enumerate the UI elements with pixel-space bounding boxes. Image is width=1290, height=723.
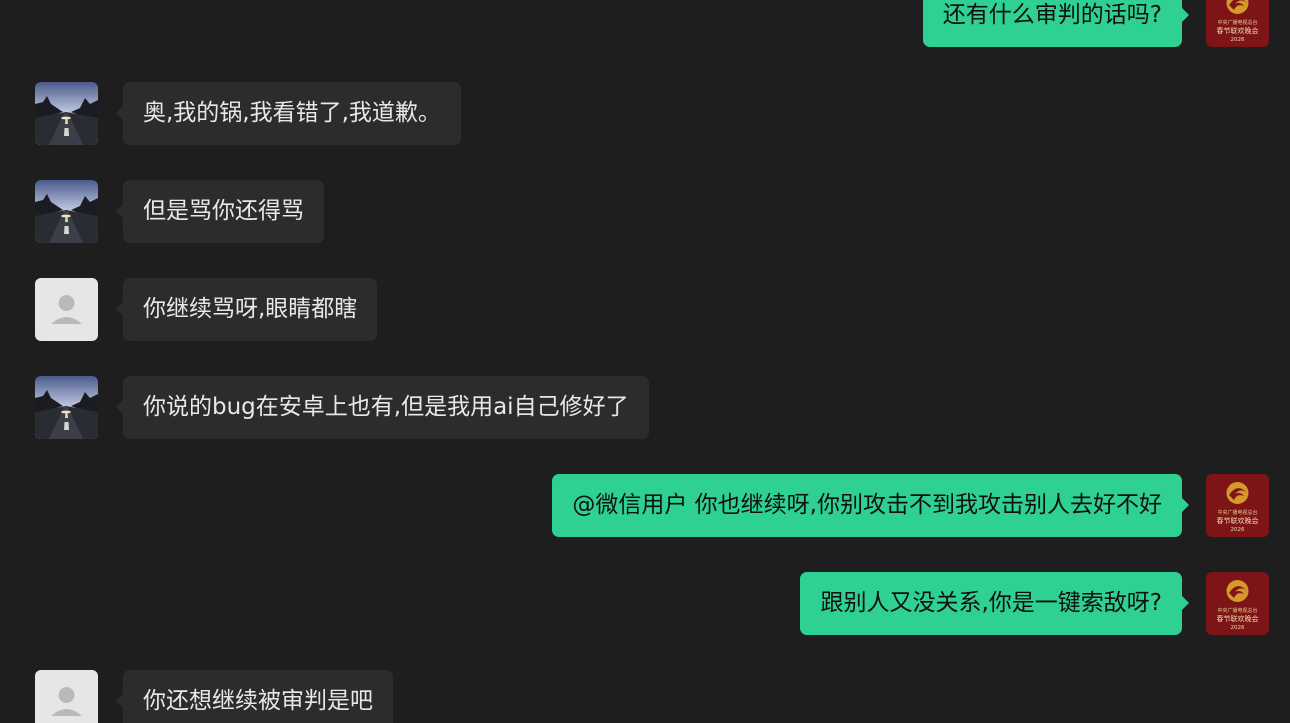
message-bubble-incoming[interactable]: 但是骂你还得骂 [116, 180, 324, 243]
message-bubble-incoming[interactable]: 你继续骂呀,眼睛都瞎 [115, 278, 378, 341]
message-row-incoming: 但是骂你还得骂 [0, 180, 1290, 243]
default-user-avatar[interactable] [35, 278, 98, 341]
message-row-outgoing: 跟别人又没关系,你是一键索敌呀? 中央广播电视总台 春节联欢晚会 2026 [0, 572, 1290, 635]
message-bubble-incoming[interactable]: 奥,我的锅,我看错了,我道歉。 [116, 82, 461, 145]
road-dusk-avatar[interactable] [35, 376, 98, 439]
gala-logo-icon: 中央广播电视总台 春节联欢晚会 2026 [1206, 474, 1269, 537]
message-bubble-outgoing[interactable]: 还有什么审判的话吗? [922, 0, 1190, 47]
message-row-incoming: 你继续骂呀,眼睛都瞎 [0, 278, 1290, 341]
gala-logo-icon: 中央广播电视总台 春节联欢晚会 2026 [1206, 572, 1269, 635]
message-row-outgoing: 还有什么审判的话吗? 中央广播电视总台 春节联欢晚会 2026 [0, 0, 1290, 47]
default-user-avatar[interactable] [35, 670, 98, 723]
gala-logo-icon: 中央广播电视总台 春节联欢晚会 2026 [1206, 0, 1269, 47]
svg-text:春节联欢晚会: 春节联欢晚会 [1217, 516, 1259, 525]
message-row-outgoing: @微信用户 你也继续呀,你别攻击不到我攻击别人去好不好 中央广播电视总台 春节联… [0, 474, 1290, 537]
gala-logo-avatar[interactable]: 中央广播电视总台 春节联欢晚会 2026 [1206, 474, 1269, 537]
message-bubble-incoming[interactable]: 你还想继续被审判是吧 [116, 670, 393, 723]
message-row-incoming: 奥,我的锅,我看错了,我道歉。 [0, 82, 1290, 145]
message-row-incoming: 你还想继续被审判是吧 [0, 670, 1290, 723]
default-user-icon [35, 278, 98, 341]
svg-text:2026: 2026 [1231, 625, 1245, 631]
road-dusk-avatar-icon [35, 180, 98, 243]
svg-text:2026: 2026 [1231, 527, 1245, 533]
gala-logo-avatar[interactable]: 中央广播电视总台 春节联欢晚会 2026 [1206, 572, 1269, 635]
chat-message-list[interactable]: 还有什么审判的话吗? 中央广播电视总台 春节联欢晚会 2026 奥,我的锅,我看… [0, 0, 1290, 723]
svg-text:中央广播电视总台: 中央广播电视总台 [1217, 607, 1257, 614]
svg-text:春节联欢晚会: 春节联欢晚会 [1217, 614, 1259, 623]
default-user-icon [35, 670, 98, 723]
message-row-incoming: 你说的bug在安卓上也有,但是我用ai自己修好了 [0, 376, 1290, 439]
svg-text:2026: 2026 [1231, 37, 1245, 43]
message-bubble-outgoing[interactable]: @微信用户 你也继续呀,你别攻击不到我攻击别人去好不好 [552, 474, 1189, 537]
road-dusk-avatar[interactable] [35, 180, 98, 243]
svg-text:中央广播电视总台: 中央广播电视总台 [1217, 509, 1257, 516]
gala-logo-avatar[interactable]: 中央广播电视总台 春节联欢晚会 2026 [1206, 0, 1269, 47]
road-dusk-avatar-icon [35, 82, 98, 145]
svg-text:春节联欢晚会: 春节联欢晚会 [1217, 26, 1259, 35]
road-dusk-avatar[interactable] [35, 82, 98, 145]
message-bubble-outgoing[interactable]: 跟别人又没关系,你是一键索敌呀? [800, 572, 1189, 635]
message-bubble-incoming[interactable]: 你说的bug在安卓上也有,但是我用ai自己修好了 [116, 376, 649, 439]
road-dusk-avatar-icon [35, 376, 98, 439]
svg-text:中央广播电视总台: 中央广播电视总台 [1217, 19, 1257, 26]
